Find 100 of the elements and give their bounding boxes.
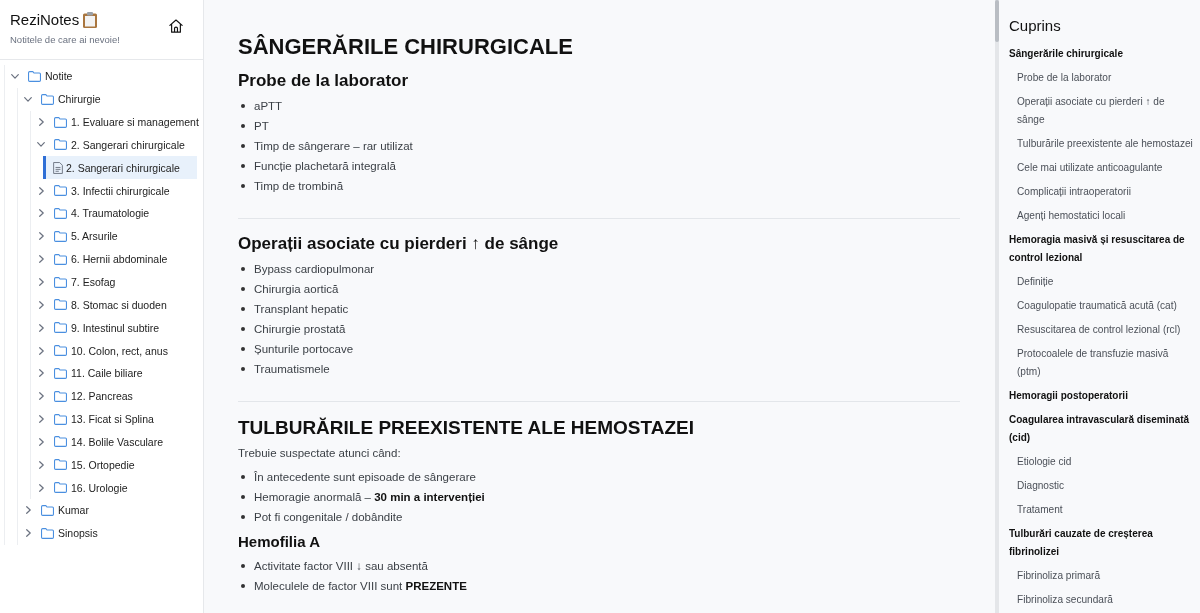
- chevron-right-icon[interactable]: [38, 118, 44, 127]
- toc-link[interactable]: Complicații intraoperatorii: [1009, 180, 1194, 204]
- toc-link[interactable]: Coagularea intravasculară diseminată (cid): [1009, 408, 1194, 450]
- list-item: Bypass cardiopulmonar: [254, 263, 375, 275]
- toc-link[interactable]: Coagulopatie traumatică acută (cat): [1009, 294, 1194, 318]
- tree-item[interactable]: 9. Intestinul subtire: [31, 316, 197, 340]
- toc-link[interactable]: Agenți hemostatici locali: [1009, 204, 1194, 228]
- toc-link[interactable]: Tulburări cauzate de creșterea fibrinolizei: [1009, 522, 1194, 564]
- section-heading: Operații asociate cu pierderi ↑ de sânge: [238, 233, 560, 255]
- folder-icon: [28, 70, 41, 82]
- chevron-right-icon[interactable]: [38, 369, 44, 378]
- chevron-right-icon[interactable]: [38, 346, 44, 355]
- toc-link[interactable]: Etiologie cid: [1009, 450, 1194, 474]
- page-title: SÂNGERĂRILE CHIRURGICALE: [238, 33, 574, 61]
- chevron-right-icon[interactable]: [38, 255, 44, 264]
- tree-item[interactable]: 10. Colon, rect, anus: [31, 339, 197, 362]
- chevron-right-icon[interactable]: [38, 392, 44, 401]
- list-item: Hemoragie anormală – 30 min a intervenției: [254, 491, 485, 503]
- folder-icon: [41, 93, 54, 105]
- toc-link[interactable]: Tratament: [1009, 498, 1194, 522]
- tree-item[interactable]: Notite: [5, 65, 197, 88]
- bullet-icon: [241, 144, 245, 148]
- folder-icon: [54, 345, 67, 357]
- chevron-right-icon[interactable]: [25, 506, 31, 515]
- toc-title: Cuprins: [1009, 16, 1062, 36]
- tree-item[interactable]: 3. Infectii chirurgicale: [31, 179, 197, 203]
- tree-item[interactable]: 7. Esofag: [31, 270, 197, 294]
- bullet-icon: [241, 584, 245, 588]
- list-item: În antecedente sunt episoade de sângerare: [254, 471, 476, 483]
- bullet-icon: [241, 347, 245, 351]
- tree-item[interactable]: 12. Pancreas: [31, 384, 197, 408]
- chevron-right-icon[interactable]: [38, 415, 44, 424]
- tree-item[interactable]: 13. Ficat si Splina: [31, 407, 197, 431]
- chevron-right-icon[interactable]: [38, 209, 44, 218]
- tree-item[interactable]: 2. Sangerari chirurgicale: [31, 133, 197, 157]
- home-icon[interactable]: [169, 19, 183, 33]
- list-item: Șunturile portocave: [254, 343, 354, 355]
- toc-link[interactable]: Cele mai utilizate anticoagulante: [1009, 156, 1194, 180]
- toc-link[interactable]: Fibrinoliza primară: [1009, 564, 1194, 588]
- chevron-right-icon[interactable]: [38, 460, 44, 469]
- list-item: Chirurgie prostată: [254, 323, 346, 335]
- toc-link[interactable]: Probe de la laborator: [1009, 66, 1194, 90]
- folder-icon: [54, 413, 67, 425]
- chevron-right-icon[interactable]: [38, 323, 44, 332]
- bullet-icon: [241, 564, 245, 568]
- chevron-right-icon[interactable]: [38, 278, 44, 286]
- folder-icon: [41, 504, 54, 516]
- tree-item[interactable]: 6. Hernii abdominale: [31, 247, 197, 271]
- tree-item[interactable]: 8. Stomac si duoden: [31, 293, 197, 317]
- tree-item[interactable]: Chirurgie: [18, 87, 197, 111]
- list-item: aPTT: [254, 100, 283, 112]
- folder-icon: [54, 253, 67, 265]
- toc-link[interactable]: Resuscitarea de control lezional (rcl): [1009, 318, 1194, 342]
- bullet-icon: [241, 287, 245, 291]
- chevron-right-icon[interactable]: [25, 529, 31, 538]
- toc-link[interactable]: Operații asociate cu pierderi ↑ de sânge: [1009, 90, 1194, 132]
- folder-icon: [54, 116, 67, 128]
- clipboard-icon: [83, 12, 98, 28]
- toc-link[interactable]: Diagnostic: [1009, 474, 1194, 498]
- chevron-right-icon[interactable]: [38, 437, 44, 446]
- toc-link[interactable]: Fibrinoliza secundară: [1009, 588, 1194, 612]
- toc-link[interactable]: Protocoalele de transfuzie masivă (ptm): [1009, 342, 1194, 384]
- tree-item[interactable]: 11. Caile biliare: [31, 361, 197, 385]
- app-subtitle: Notitele de care ai nevoie!: [10, 33, 120, 46]
- chevron-right-icon[interactable]: [38, 483, 44, 492]
- chevron-right-icon[interactable]: [38, 232, 44, 241]
- bullet-icon: [241, 515, 245, 519]
- subsection-heading: Hemofilia A: [238, 532, 321, 552]
- folder-icon: [41, 527, 54, 539]
- toc-link[interactable]: Hemoragia masivă și resuscitarea de control lezional: [1009, 228, 1194, 270]
- section-heading: Probe de la laborator: [238, 70, 410, 92]
- tree-item[interactable]: 16. Urologie: [31, 476, 197, 500]
- list-item: Transplant hepatic: [254, 303, 349, 315]
- chevron-right-icon[interactable]: [38, 300, 44, 309]
- chevron-down-icon[interactable]: [11, 73, 19, 79]
- tree-item[interactable]: 2. Sangerari chirurgicale: [43, 156, 197, 180]
- folder-icon: [54, 276, 67, 288]
- tree-item[interactable]: 5. Arsurile: [31, 224, 197, 248]
- chevron-right-icon[interactable]: [38, 186, 44, 195]
- list-item: Funcție plachetară integrală: [254, 160, 396, 172]
- toc-link[interactable]: Definiție: [1009, 270, 1194, 294]
- toc-link[interactable]: Sângerările chirurgicale: [1009, 42, 1194, 66]
- tree-item[interactable]: 15. Ortopedie: [31, 453, 197, 477]
- tree-item[interactable]: Kumar: [18, 499, 197, 522]
- tree-item[interactable]: 4. Traumatologie: [31, 202, 197, 225]
- tree-item[interactable]: 1. Evaluare si management: [31, 110, 197, 134]
- bullet-icon: [241, 124, 245, 128]
- app-title: ReziNotes: [10, 11, 80, 29]
- chevron-down-icon[interactable]: [37, 142, 45, 148]
- folder-icon: [54, 299, 67, 311]
- list-item: PT: [254, 120, 269, 132]
- tree-item[interactable]: Sinopsis: [18, 521, 197, 545]
- toc-link[interactable]: Tulburările preexistente ale hemostazei: [1009, 132, 1194, 156]
- bullet-icon: [241, 184, 245, 188]
- bullet-icon: [241, 475, 245, 479]
- toc-link[interactable]: Hemoragii postoperatorii: [1009, 384, 1194, 408]
- chevron-down-icon[interactable]: [24, 96, 32, 102]
- bullet-icon: [241, 104, 245, 108]
- tree-item[interactable]: 14. Bolile Vasculare: [31, 430, 197, 454]
- scrollbar-thumb[interactable]: [995, 0, 999, 42]
